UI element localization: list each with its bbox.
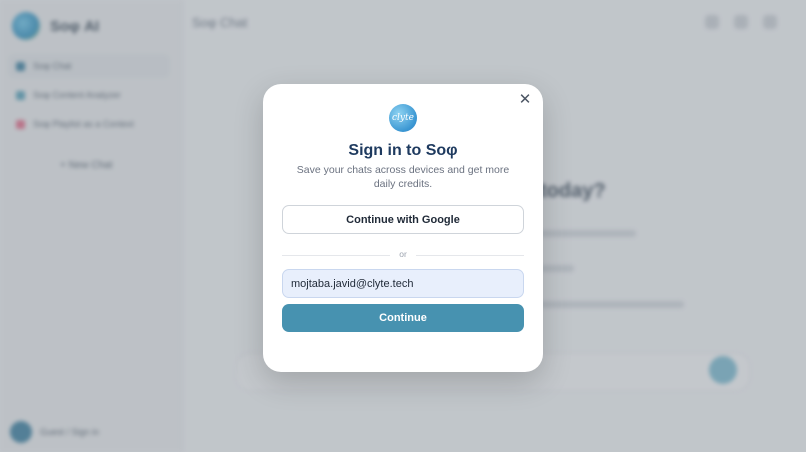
continue-button[interactable]: Continue	[282, 304, 524, 332]
modal-subtitle: Save your chats across devices and get m…	[296, 164, 510, 190]
logo-text: clyte	[392, 113, 414, 123]
close-icon[interactable]: ✕	[517, 92, 533, 108]
email-field[interactable]	[282, 269, 524, 298]
or-divider: or	[282, 249, 524, 261]
continue-with-google-button[interactable]: Continue with Google	[282, 205, 524, 234]
clyte-logo: clyte	[389, 104, 417, 132]
sign-in-modal: ✕ clyte Sign in to Soφ Save your chats a…	[263, 84, 543, 372]
divider-label: or	[399, 249, 407, 259]
modal-title: Sign in to Soφ	[348, 142, 458, 159]
